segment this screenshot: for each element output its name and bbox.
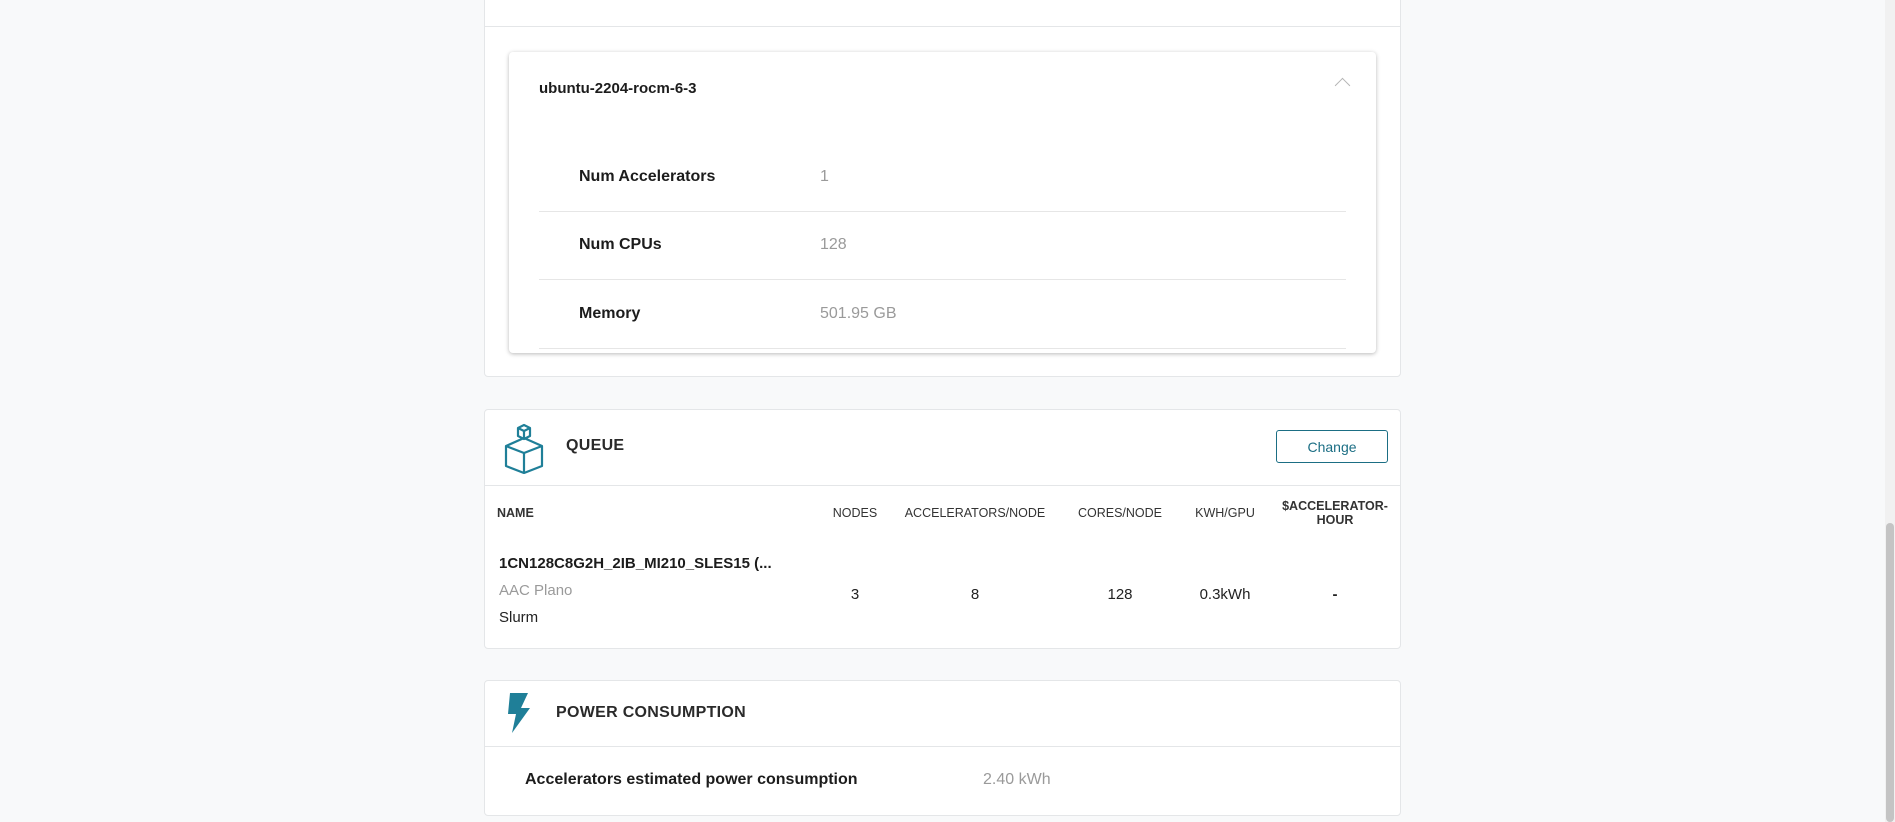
column-header-cost-line1: $ACCELERATOR-	[1282, 499, 1388, 513]
column-header-kwh-gpu[interactable]: KWH/GPU	[1175, 506, 1275, 520]
column-header-nodes[interactable]: NODES	[805, 506, 905, 520]
column-header-name[interactable]: NAME	[497, 506, 534, 520]
spec-label: Num Accelerators	[579, 168, 716, 185]
column-header-cost[interactable]: $ACCELERATOR- HOUR	[1275, 499, 1395, 527]
lightning-icon	[508, 693, 530, 733]
spec-value: 1	[820, 168, 829, 185]
power-consumption-card: POWER CONSUMPTION Accelerators estimated…	[484, 680, 1401, 816]
spec-row-accelerators: Num Accelerators 1	[539, 143, 1346, 212]
power-value: 2.40 kWh	[983, 771, 1051, 788]
card-divider	[485, 746, 1400, 747]
spec-label: Num CPUs	[579, 236, 662, 253]
cell-nodes: 3	[850, 586, 860, 603]
power-label: Accelerators estimated power consumption	[525, 771, 858, 788]
environment-title: ubuntu-2204-rocm-6-3	[539, 80, 697, 97]
cell-kwh-gpu: 0.3kWh	[1199, 586, 1251, 603]
queue-name: 1CN128C8G2H_2IB_MI210_SLES15 (...	[499, 555, 772, 572]
scrollbar-thumb[interactable]	[1886, 523, 1894, 822]
card-divider	[485, 485, 1400, 486]
change-button[interactable]: Change	[1276, 430, 1388, 463]
power-title: POWER CONSUMPTION	[556, 704, 746, 721]
cell-cores-node: 128	[1107, 586, 1133, 603]
column-header-cost-line2: HOUR	[1316, 513, 1354, 527]
scrollbar[interactable]	[1885, 0, 1895, 822]
queue-site: AAC Plano	[499, 582, 573, 599]
environment-card: ubuntu-2204-rocm-6-3 Num Accelerators 1 …	[484, 0, 1401, 377]
column-header-cores-node[interactable]: CORES/NODE	[1065, 506, 1175, 520]
spec-row-memory: Memory 501.95 GB	[539, 280, 1346, 349]
chevron-up-icon[interactable]	[1334, 77, 1351, 94]
environment-panel: ubuntu-2204-rocm-6-3 Num Accelerators 1 …	[509, 52, 1376, 353]
cell-cost: -	[1332, 586, 1338, 603]
queue-title: QUEUE	[566, 437, 625, 454]
queue-scheduler: Slurm	[499, 609, 539, 626]
cube-icon	[504, 423, 544, 474]
card-divider	[485, 26, 1400, 27]
queue-card: QUEUE Change NAME NODES ACCELERATORS/NOD…	[484, 409, 1401, 649]
spec-value: 128	[820, 236, 847, 253]
column-header-accelerators-node[interactable]: ACCELERATORS/NODE	[900, 506, 1050, 520]
spec-value: 501.95 GB	[820, 305, 897, 322]
spec-label: Memory	[579, 305, 641, 322]
spec-row-cpus: Num CPUs 128	[539, 211, 1346, 280]
cell-accelerators-node: 8	[970, 586, 980, 603]
